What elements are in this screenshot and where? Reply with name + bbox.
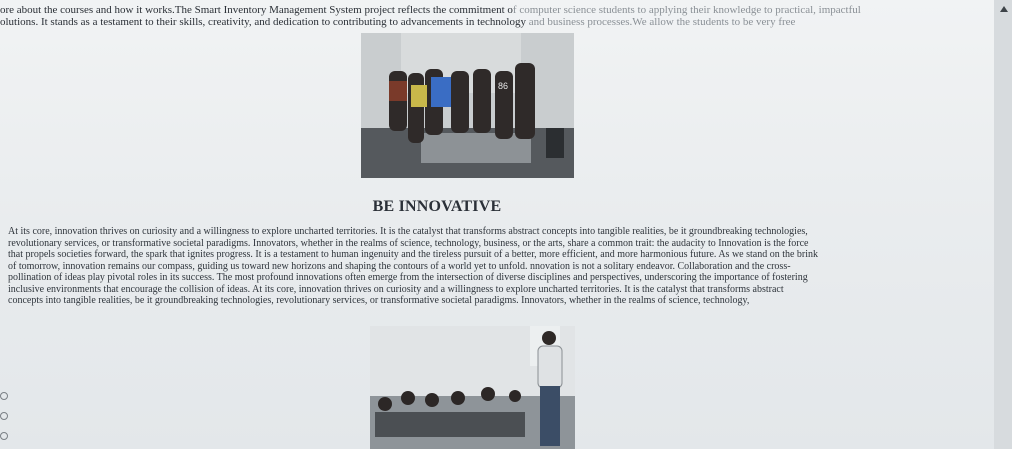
gutter-circle-icon	[0, 432, 8, 440]
intro-line-1: ore about the courses and how it works.T…	[0, 4, 861, 16]
paragraph-line: revolutionary services, or transformativ…	[8, 237, 809, 249]
paragraph-line: At its core, innovation thrives on curio…	[8, 226, 808, 237]
gutter-circle-icon	[0, 392, 8, 400]
group-photo-illustration: 86	[361, 33, 574, 178]
webpage: ore about the courses and how it works.T…	[0, 0, 1012, 449]
vertical-scrollbar[interactable]	[994, 0, 1012, 449]
paragraph-line: pollination of ideas play pivotal roles …	[8, 272, 808, 283]
scroll-up-arrow-icon[interactable]	[1000, 6, 1008, 12]
page-heading: BE INNOVATIVE	[372, 198, 502, 215]
jersey-number: 86	[498, 81, 508, 91]
gutter-circle-icon	[0, 412, 8, 420]
paragraph-line: concepts into tangible realities, be it …	[8, 295, 750, 306]
paragraph-line: that propels societies forward, the spar…	[8, 249, 819, 260]
intro-line-2: olutions. It stands as a testament to th…	[0, 16, 796, 28]
presentation-photo-illustration	[370, 326, 575, 449]
intro-paragraph: ore about the courses and how it works.T…	[0, 4, 990, 28]
paragraph-line: inclusive environments that encourage th…	[8, 283, 784, 295]
left-gutter-marks	[0, 392, 8, 448]
presentation-photo	[370, 326, 575, 449]
paragraph-line: of tomorrow, innovation remains our comp…	[8, 260, 791, 272]
innovation-paragraph: At its core, innovation thrives on curio…	[8, 226, 993, 307]
group-photo: 86	[361, 33, 574, 178]
